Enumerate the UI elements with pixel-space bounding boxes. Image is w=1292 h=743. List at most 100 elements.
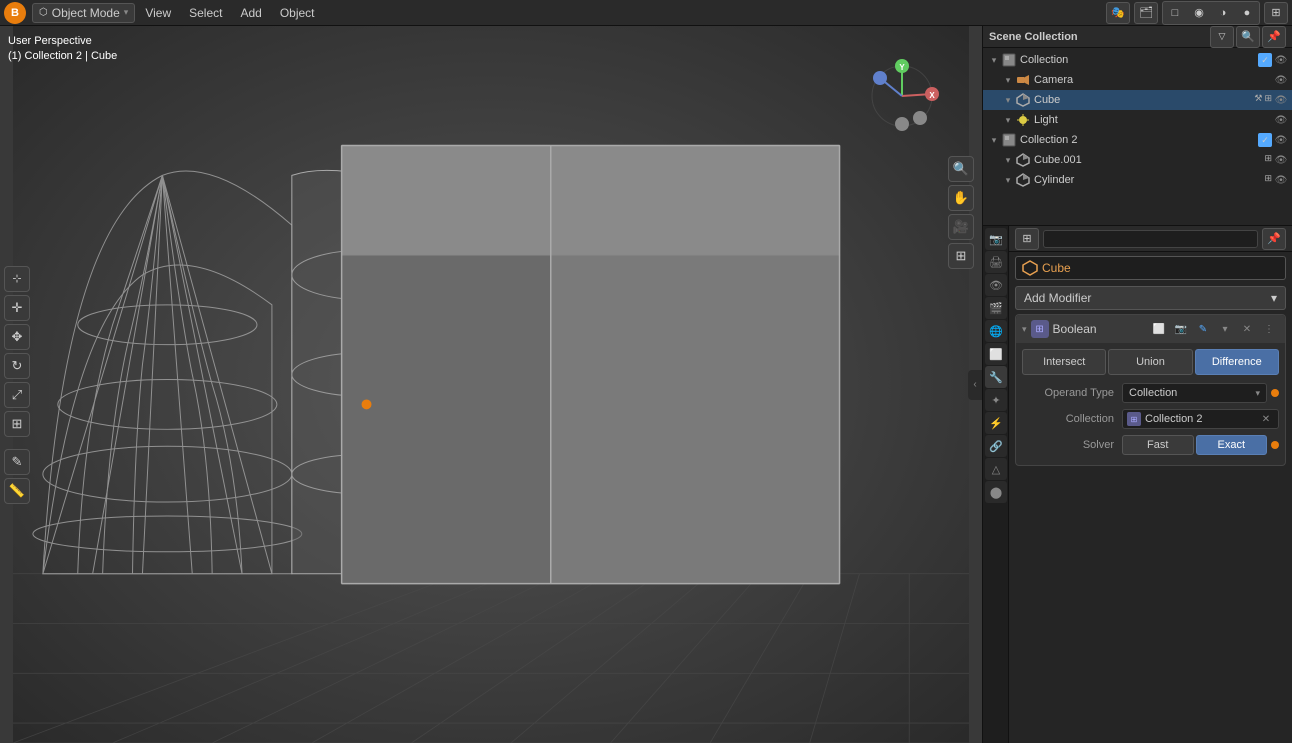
measure-tool[interactable]: 📏	[4, 478, 30, 504]
outliner-collection2-label: Collection 2	[1020, 134, 1258, 146]
cursor-tool[interactable]: ✛	[4, 295, 30, 321]
outliner-item-collection[interactable]: ▾ Collection ✓ 👁	[983, 50, 1292, 70]
boolean-operation-buttons: Intersect Union Difference	[1022, 349, 1279, 375]
cylinder-visibility-icon[interactable]: 👁	[1274, 173, 1288, 187]
tab-particles[interactable]: ✦	[985, 389, 1007, 411]
collection-icon	[1001, 52, 1017, 68]
solver-fast-button[interactable]: Fast	[1122, 435, 1194, 455]
shading-material-btn[interactable]: ◑	[1211, 2, 1235, 24]
outliner-search-icon[interactable]: 🔍	[1236, 26, 1260, 48]
tab-object[interactable]: ⬜	[985, 343, 1007, 365]
object-name-field[interactable]: Cube	[1015, 256, 1286, 280]
operand-type-dropdown[interactable]: Collection ▾	[1122, 383, 1267, 403]
light-visibility-icon[interactable]: 👁	[1274, 113, 1288, 127]
outliner-collection-label: Collection	[1020, 54, 1258, 66]
scale-tool[interactable]: ⤢	[4, 382, 30, 408]
outliner-pin-icon[interactable]: 📌	[1262, 26, 1286, 48]
view-layer-icon[interactable]: 🗂	[1134, 2, 1158, 24]
shading-wireframe-btn[interactable]: □	[1163, 2, 1187, 24]
grid-view-icon[interactable]: ⊞	[948, 243, 974, 269]
panel-collapse-arrow[interactable]: ‹	[968, 370, 982, 400]
intersect-button[interactable]: Intersect	[1022, 349, 1106, 375]
tab-render[interactable]: 📷	[985, 228, 1007, 250]
properties-content: ⊞ 📌 Cube Add Modifier ▾	[1009, 226, 1292, 743]
operand-type-row: Operand Type Collection ▾	[1022, 381, 1279, 405]
light-right-icons: 👁	[1274, 113, 1292, 127]
move-tool[interactable]: ✥	[4, 324, 30, 350]
viewport-3d[interactable]: User Perspective (1) Collection 2 | Cube…	[0, 26, 982, 743]
outliner-item-light[interactable]: ▾ Light 👁	[983, 110, 1292, 130]
cube-visibility-icon[interactable]: 👁	[1274, 93, 1288, 107]
collection2-expand-arrow[interactable]: ▾	[987, 133, 1001, 147]
transform-tool[interactable]: ⊞	[4, 411, 30, 437]
union-button[interactable]: Union	[1108, 349, 1192, 375]
shading-render-btn[interactable]: ●	[1235, 2, 1259, 24]
cube-expand-arrow[interactable]: ▾	[1001, 93, 1015, 107]
outliner-item-cylinder[interactable]: ▾ Cylinder ⊞ 👁	[983, 170, 1292, 190]
select-box-tool[interactable]: ⊹	[4, 266, 30, 292]
mode-selector[interactable]: ⬡ Object Mode ▾	[32, 3, 135, 23]
cylinder-expand-arrow[interactable]: ▾	[1001, 173, 1015, 187]
modifier-close-icon[interactable]: ✕	[1237, 319, 1257, 339]
collection-expand-arrow[interactable]: ▾	[987, 53, 1001, 67]
tab-scene[interactable]: 🎬	[985, 297, 1007, 319]
viewport-shading-group: □ ◉ ◑ ●	[1162, 1, 1260, 25]
scene-canvas	[0, 26, 982, 743]
viewport-gizmo[interactable]: Y X	[862, 56, 942, 139]
tab-constraints[interactable]: 🔗	[985, 435, 1007, 457]
menu-select[interactable]: Select	[181, 4, 230, 22]
properties-search[interactable]	[1043, 230, 1258, 248]
props-tool-icon[interactable]: ⊞	[1015, 228, 1039, 250]
collection-clear-button[interactable]: ✕	[1258, 411, 1274, 427]
menu-object[interactable]: Object	[272, 4, 323, 22]
tab-data[interactable]: △	[985, 458, 1007, 480]
outliner-item-collection2[interactable]: ▾ Collection 2 ✓ 👁	[983, 130, 1292, 150]
add-modifier-button[interactable]: Add Modifier ▾	[1015, 286, 1286, 310]
modifier-edit-icon[interactable]: ✎	[1193, 319, 1213, 339]
blender-logo[interactable]: B	[4, 2, 26, 24]
modifier-dropdown-icon[interactable]: ▾	[1215, 319, 1235, 339]
collection2-visibility-icon[interactable]: 👁	[1274, 133, 1288, 147]
top-bar-right-icons: 🎭 🗂 □ ◉ ◑ ● ⊞	[1106, 1, 1288, 25]
outliner-filter-icon[interactable]: ▽	[1210, 26, 1234, 48]
tab-world[interactable]: 🌐	[985, 320, 1007, 342]
outliner-header-icons: ▽ 🔍 📌	[1210, 26, 1286, 48]
modifier-expand-icon[interactable]: ▾	[1022, 324, 1027, 335]
cube001-expand-arrow[interactable]: ▾	[1001, 153, 1015, 167]
editor-type-icon[interactable]: ⊞	[1264, 2, 1288, 24]
collection-visibility-icon[interactable]: 👁	[1274, 53, 1288, 67]
outliner-item-camera[interactable]: ▾ Camera 👁	[983, 70, 1292, 90]
annotate-tool[interactable]: ✎	[4, 449, 30, 475]
difference-button[interactable]: Difference	[1195, 349, 1279, 375]
collection2-checkbox[interactable]: ✓	[1258, 133, 1272, 147]
scene-selector-icon[interactable]: 🎭	[1106, 2, 1130, 24]
props-pin-icon[interactable]: 📌	[1262, 228, 1286, 250]
outliner-item-cube001[interactable]: ▾ Cube.001 ⊞ 👁	[983, 150, 1292, 170]
light-expand-arrow[interactable]: ▾	[1001, 113, 1015, 127]
modifier-realtime-icon[interactable]: ⬜	[1149, 319, 1169, 339]
tab-output[interactable]: 🖨	[985, 251, 1007, 273]
tab-physics[interactable]: ⚡	[985, 412, 1007, 434]
menu-add[interactable]: Add	[232, 4, 269, 22]
solver-dot	[1271, 441, 1279, 449]
rotate-tool[interactable]: ↻	[4, 353, 30, 379]
zoom-camera-icon[interactable]: 🔍	[948, 156, 974, 182]
tab-material[interactable]: ⬤	[985, 481, 1007, 503]
collection-checkbox[interactable]: ✓	[1258, 53, 1272, 67]
tab-view[interactable]: 👁	[985, 274, 1007, 296]
outliner-item-cube[interactable]: ▾ Cube ⚒ ⊞ 👁	[983, 90, 1292, 110]
camera-view-icon[interactable]: 🎥	[948, 214, 974, 240]
camera-expand-arrow[interactable]: ▾	[1001, 73, 1015, 87]
solver-exact-button[interactable]: Exact	[1196, 435, 1268, 455]
cube001-visibility-icon[interactable]: 👁	[1274, 153, 1288, 167]
tab-modifier[interactable]: 🔧	[985, 366, 1007, 388]
menu-view[interactable]: View	[137, 4, 179, 22]
hand-tool[interactable]: ✋	[948, 185, 974, 211]
svg-text:X: X	[929, 91, 935, 100]
collection-right-icons: ✓ 👁	[1258, 53, 1292, 67]
modifier-render-icon[interactable]: 📷	[1171, 319, 1191, 339]
camera-visibility-icon[interactable]: 👁	[1274, 73, 1288, 87]
modifier-menu-icon[interactable]: ⋮	[1259, 319, 1279, 339]
collection-field[interactable]: ⊞ Collection 2 ✕	[1122, 409, 1279, 429]
shading-solid-btn[interactable]: ◉	[1187, 2, 1211, 24]
